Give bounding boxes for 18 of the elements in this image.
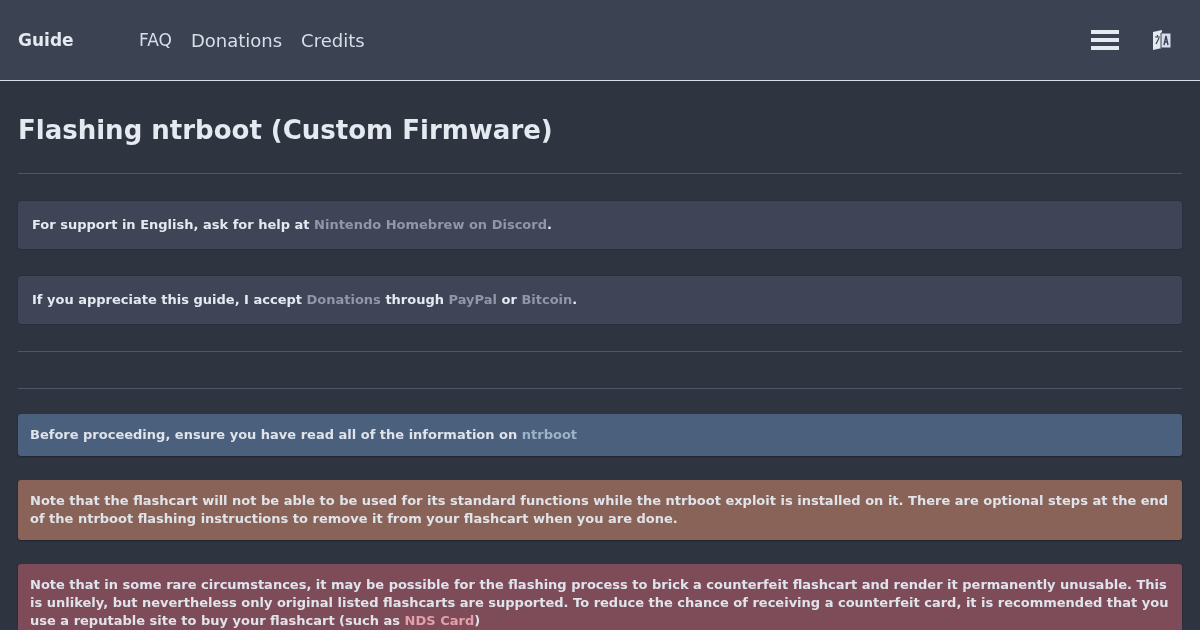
- text-link[interactable]: Nintendo Homebrew on Discord: [314, 217, 547, 232]
- nav-link[interactable]: FAQ: [139, 29, 172, 51]
- warning-callout: Note that the flashcart will not be able to be used for its standard functions while the ntrboot exploit is installed on it. There are optional steps at the end of the ntrboot flashing instructions to remove it from your flashcart when you are done.: [18, 480, 1182, 540]
- page-title: Flashing ntrboot (Custom Firmware): [18, 114, 554, 147]
- menu-icon[interactable]: [1091, 30, 1119, 50]
- nav-link[interactable]: Credits: [301, 29, 365, 51]
- text-link[interactable]: PayPal: [448, 292, 497, 307]
- nav-link[interactable]: Donations: [190, 29, 283, 51]
- notice-text: For support in English, ask for help at Nintendo Homebrew on Discord.: [18, 201, 1182, 249]
- info-callout: Before proceeding, ensure you have read all of the information on ntrboot: [18, 414, 1182, 456]
- text-link[interactable]: Bitcoin: [521, 292, 573, 307]
- site-title[interactable]: Guide: [18, 30, 139, 50]
- danger-callout: Note that in some rare circumstances, it may be possible for the flashing process to brick a counterfeit flashcart and render it permanently unusable. This is unlikely, but nevertheless only original listed flashcarts are supported. To reduce the chance of receiving a counterfeit card, it is recommended that you use a reputable site to buy your flashcart (such as NDS Card): [18, 564, 1182, 630]
- text-link[interactable]: NDS Card: [404, 613, 475, 628]
- notice-text: If you appreciate this guide, I accept Donations through PayPal or Bitcoin.: [18, 276, 1182, 324]
- text-link[interactable]: Donations: [306, 292, 381, 307]
- text-link[interactable]: ntrboot: [521, 427, 578, 442]
- translate-icon[interactable]: [1152, 29, 1172, 51]
